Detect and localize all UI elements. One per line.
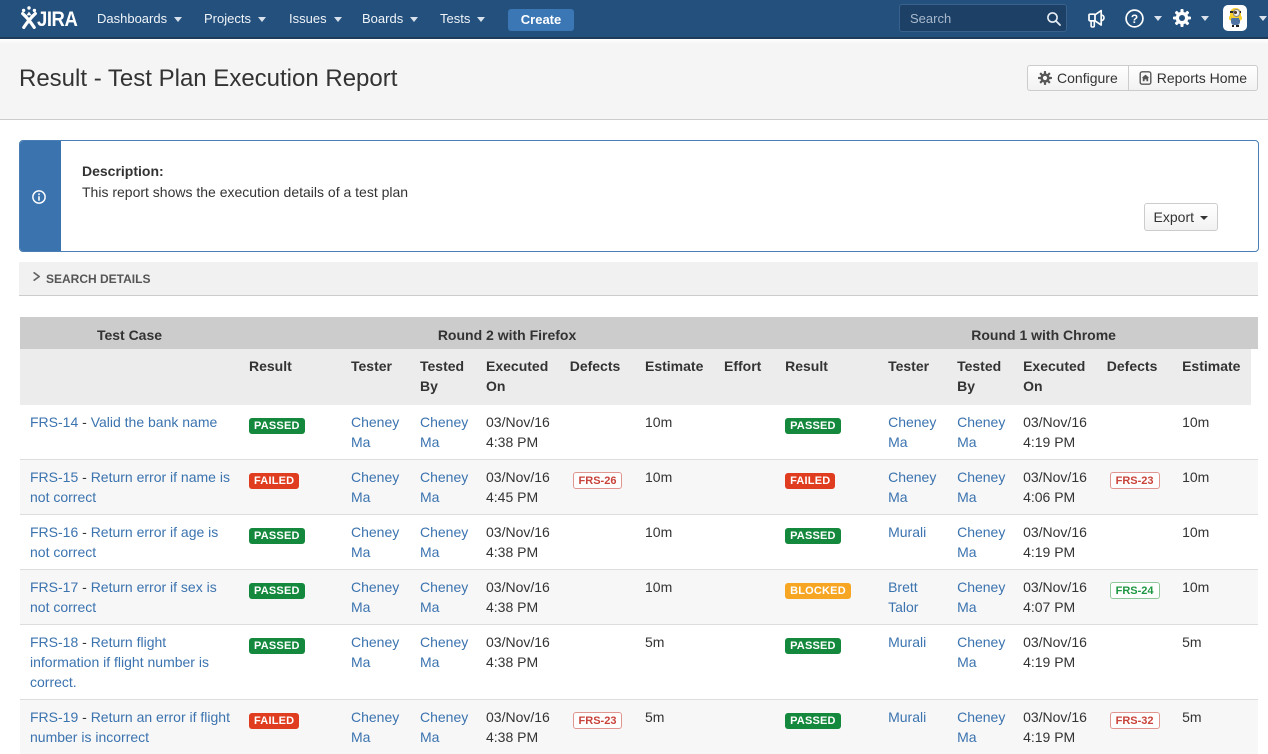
svg-text:?: ? [1131, 12, 1138, 26]
